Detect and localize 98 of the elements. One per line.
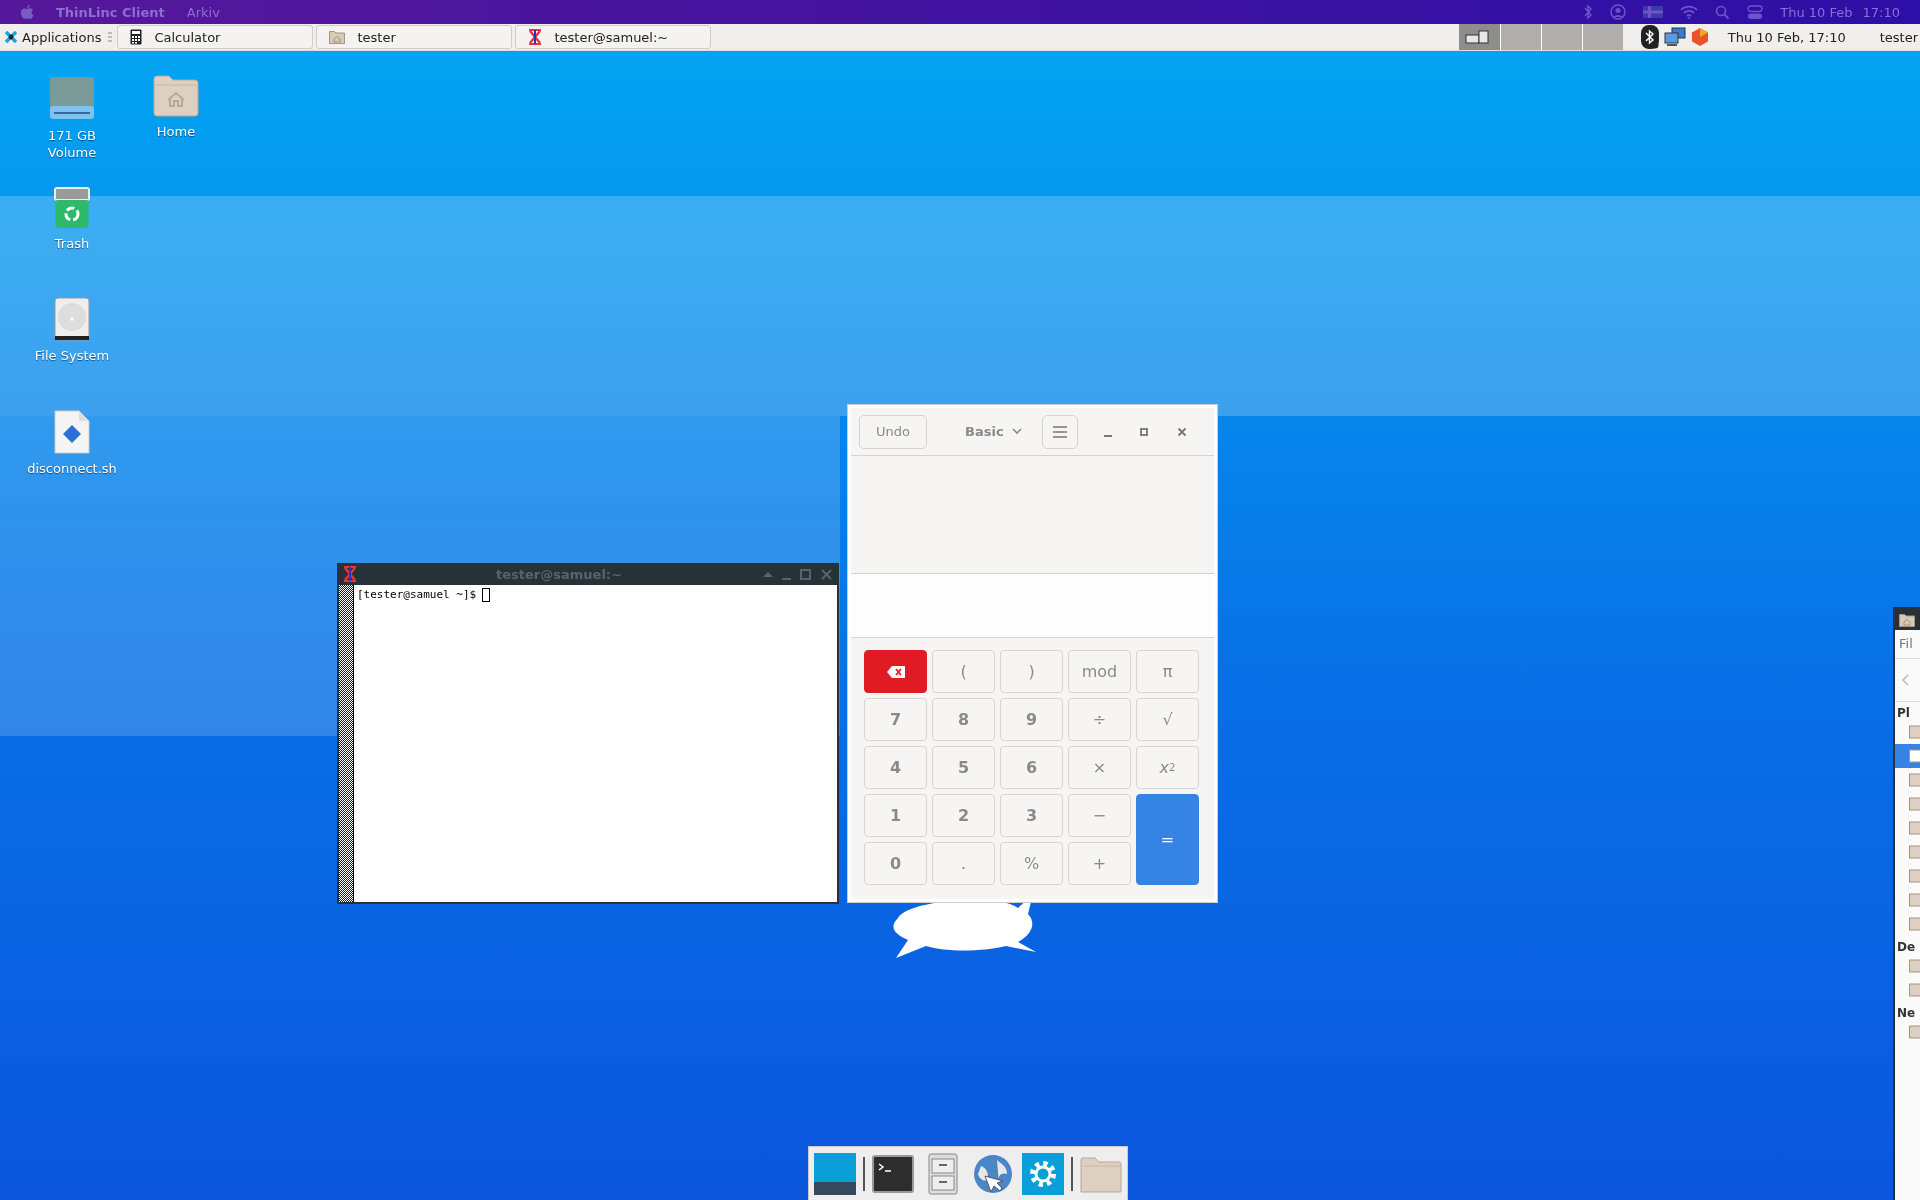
flag-icon[interactable] bbox=[1643, 5, 1664, 19]
search-icon[interactable] bbox=[1715, 4, 1731, 20]
minimize-icon bbox=[782, 578, 791, 580]
desktop-icon-label[interactable]: File System bbox=[34, 347, 110, 364]
folder-icon[interactable] bbox=[1909, 1025, 1920, 1039]
operator-button[interactable]: % bbox=[1000, 842, 1063, 885]
backspace-icon bbox=[886, 665, 905, 678]
desktop-icon-label[interactable]: disconnect.sh bbox=[27, 460, 117, 477]
settings-icon[interactable] bbox=[1021, 1151, 1065, 1196]
digit-button[interactable]: 1 bbox=[864, 794, 927, 837]
operator-button[interactable]: √ bbox=[1136, 698, 1199, 741]
close-icon bbox=[820, 567, 833, 581]
digit-button[interactable]: 2 bbox=[932, 794, 995, 837]
folder-icon bbox=[329, 30, 346, 44]
digit-button[interactable]: 7 bbox=[864, 698, 927, 741]
backspace-button[interactable] bbox=[864, 650, 927, 693]
taskbar-button[interactable]: Calculator bbox=[117, 25, 314, 49]
operator-button[interactable]: × bbox=[1068, 746, 1131, 789]
minimize-icon bbox=[1103, 434, 1112, 437]
digit-button[interactable]: 9 bbox=[1000, 698, 1063, 741]
show-desktop-icon[interactable] bbox=[813, 1151, 857, 1196]
maximize-button[interactable] bbox=[1137, 425, 1150, 438]
digit-button[interactable]: 6 bbox=[1000, 746, 1063, 789]
x-logo-icon bbox=[343, 566, 357, 582]
folder-icon[interactable] bbox=[1909, 869, 1920, 883]
x-logo-icon bbox=[528, 29, 543, 45]
close-button[interactable] bbox=[820, 567, 833, 581]
bluetooth-icon[interactable] bbox=[1640, 25, 1659, 49]
digit-button[interactable]: 5 bbox=[932, 746, 995, 789]
chevron-down-icon bbox=[1011, 428, 1022, 435]
user-name[interactable]: tester bbox=[1879, 29, 1918, 45]
folder-icon[interactable] bbox=[1909, 917, 1920, 931]
operator-button[interactable]: x$^{2}$ bbox=[1136, 746, 1199, 789]
maximize-button[interactable] bbox=[799, 567, 812, 581]
handle-icon[interactable] bbox=[107, 31, 114, 43]
undo-button[interactable]: Undo bbox=[859, 414, 927, 449]
digit-button[interactable]: 8 bbox=[932, 698, 995, 741]
operator-button[interactable]: π bbox=[1136, 650, 1199, 693]
folder-icon[interactable] bbox=[1909, 773, 1920, 787]
operator-button[interactable]: mod bbox=[1068, 650, 1131, 693]
maximize-icon bbox=[1137, 425, 1150, 438]
close-icon bbox=[1175, 425, 1188, 438]
desktop-icon-label[interactable]: Home bbox=[156, 123, 196, 140]
sidebar-section-heading: De bbox=[1896, 939, 1917, 954]
menu-item[interactable]: ThinLinc Client bbox=[56, 4, 165, 20]
workspace-button[interactable] bbox=[1499, 24, 1541, 50]
wifi-icon[interactable] bbox=[1680, 5, 1699, 19]
operator-button[interactable]: + bbox=[1068, 842, 1131, 885]
maximize-icon bbox=[799, 567, 812, 581]
menu-item[interactable]: Arkiv bbox=[186, 4, 220, 20]
sidebar-section-heading: Pl bbox=[1896, 705, 1911, 720]
sidebar-section-heading: Ne bbox=[1896, 1005, 1917, 1020]
taskbar-button[interactable]: tester bbox=[316, 25, 513, 49]
equals-button[interactable]: = bbox=[1136, 794, 1199, 885]
home-folder-icon[interactable] bbox=[153, 75, 199, 117]
network-computers-icon[interactable] bbox=[1663, 27, 1686, 47]
drive-icon[interactable] bbox=[49, 75, 95, 121]
workspace-button[interactable] bbox=[1458, 24, 1500, 50]
menu-item[interactable]: Fil bbox=[1895, 630, 1920, 659]
taskbar-button[interactable]: tester@samuel:~ bbox=[515, 25, 712, 49]
panel-clock[interactable]: Thu 10 Feb, 17:10 bbox=[1727, 29, 1846, 45]
input-field[interactable] bbox=[851, 574, 1214, 638]
folder-icon[interactable] bbox=[1909, 893, 1920, 907]
calculator-icon bbox=[130, 29, 143, 45]
operator-button[interactable]: . bbox=[932, 842, 995, 885]
operator-button[interactable]: ) bbox=[1000, 650, 1063, 693]
hamburger-icon bbox=[1051, 425, 1068, 438]
apple-icon[interactable] bbox=[20, 4, 34, 20]
folder-icon[interactable] bbox=[1909, 725, 1920, 739]
toggle-icon[interactable] bbox=[1747, 4, 1764, 20]
digit-button[interactable]: 0 bbox=[864, 842, 927, 885]
hexagon-app-icon[interactable] bbox=[1690, 27, 1709, 47]
desktop-icon-label[interactable]: Trash bbox=[54, 235, 90, 252]
clock-date: Thu 10 Feb bbox=[1780, 4, 1853, 20]
operator-button[interactable]: ÷ bbox=[1068, 698, 1131, 741]
user-icon[interactable] bbox=[1610, 4, 1627, 20]
mode-dropdown[interactable]: Basic bbox=[965, 424, 1022, 439]
text-cursor bbox=[482, 588, 491, 602]
clock-time: 17:10 bbox=[1862, 4, 1900, 20]
folder-icon[interactable] bbox=[1909, 821, 1920, 835]
scrollbar[interactable] bbox=[339, 585, 354, 902]
close-button[interactable] bbox=[1175, 425, 1188, 438]
menu-button[interactable] bbox=[1041, 414, 1078, 449]
folder-icon[interactable] bbox=[1909, 983, 1920, 997]
operator-button[interactable]: − bbox=[1068, 794, 1131, 837]
digit-button[interactable]: 4 bbox=[864, 746, 927, 789]
applications-menu[interactable]: Applications bbox=[0, 24, 108, 50]
folder-icon[interactable] bbox=[1909, 797, 1920, 811]
script-file-icon[interactable] bbox=[54, 410, 90, 454]
digit-button[interactable]: 3 bbox=[1000, 794, 1063, 837]
xfce-logo-icon bbox=[4, 30, 18, 44]
shell-prompt: [tester@samuel ~]$ bbox=[357, 588, 477, 601]
folder-icon[interactable] bbox=[1909, 845, 1920, 859]
desktop-icon-label[interactable]: 171 GB Volume bbox=[30, 127, 114, 161]
folder-icon[interactable] bbox=[1909, 959, 1920, 973]
folder-icon bbox=[1899, 612, 1915, 627]
recycle-bin-icon[interactable] bbox=[54, 187, 90, 229]
operator-button[interactable]: ( bbox=[932, 650, 995, 693]
